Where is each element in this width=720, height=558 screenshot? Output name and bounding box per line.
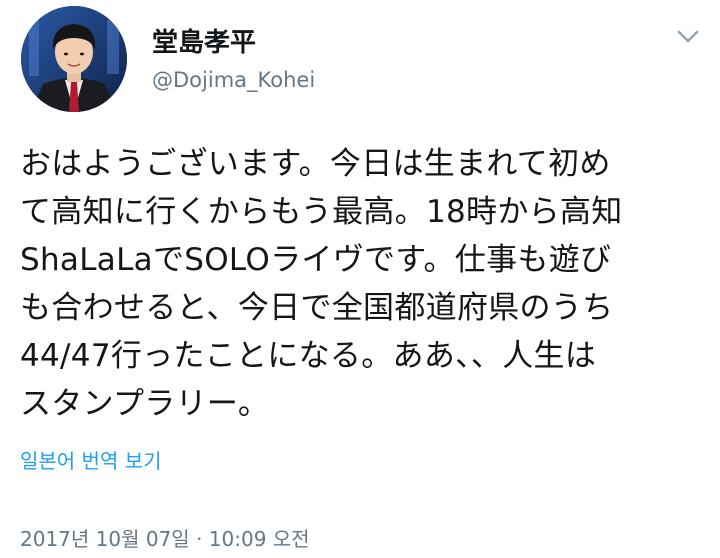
tweet-text: おはようございます。今日は生まれて初め て高知に行くからもう最高。18時から高知… xyxy=(20,140,700,428)
translate-tweet-link[interactable]: 일본어 번역 보기 xyxy=(20,446,162,476)
tweet-timestamp[interactable]: 2017년 10월 07일 · 10:09 오전 xyxy=(20,524,310,554)
tweet-text-line: 44/47行ったことになる。ああ、、人生は xyxy=(20,338,597,374)
user-handle[interactable]: @Dojima_Kohei xyxy=(152,66,315,94)
tweet-text-line: ShaLaLaでSOLOライヴです。仕事も遊び xyxy=(20,242,612,278)
tweet-text-line: スタンプラリー。 xyxy=(20,386,270,422)
avatar[interactable] xyxy=(21,6,127,112)
display-name[interactable]: 堂島孝平 xyxy=(152,26,256,60)
avatar-photo xyxy=(21,6,127,112)
tweet-text-line: も合わせると、今日で全国都道府県のうち xyxy=(20,290,614,326)
tweet-text-line: て高知に行くからもう最高。18時から高知 xyxy=(20,194,623,230)
chevron-down-icon[interactable] xyxy=(672,20,704,52)
tweet-text-line: おはようございます。今日は生まれて初め xyxy=(20,146,611,182)
